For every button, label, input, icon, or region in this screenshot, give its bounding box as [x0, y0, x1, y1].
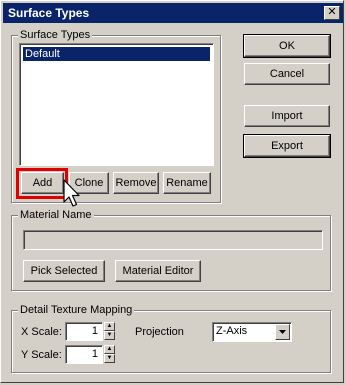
material-name-field[interactable]	[23, 230, 323, 250]
clone-button[interactable]: Clone	[69, 172, 109, 194]
x-scale-input[interactable]: 1	[65, 322, 103, 341]
surface-types-dialog: Surface Types ✕ Surface Types Default Ad…	[0, 0, 344, 383]
list-item[interactable]: Default	[23, 47, 210, 61]
rename-button[interactable]: Rename	[163, 172, 211, 194]
surface-types-list[interactable]: Default	[19, 43, 214, 166]
close-icon[interactable]: ✕	[324, 6, 340, 20]
ok-button[interactable]: OK	[243, 34, 331, 58]
cancel-button[interactable]: Cancel	[244, 63, 330, 85]
pick-selected-button[interactable]: Pick Selected	[23, 260, 105, 282]
title-bar: Surface Types ✕	[3, 3, 343, 23]
add-button[interactable]: Add	[21, 172, 64, 194]
stepper-down-icon[interactable]: ▼	[104, 354, 115, 363]
projection-label: Projection	[135, 326, 184, 338]
stepper-down-icon[interactable]: ▼	[104, 331, 115, 340]
material-name-label: Material Name	[18, 208, 94, 222]
export-button[interactable]: Export	[243, 134, 331, 158]
x-scale-stepper[interactable]: ▲ ▼	[104, 322, 115, 340]
y-scale-input[interactable]: 1	[65, 345, 103, 364]
remove-button[interactable]: Remove	[113, 172, 159, 194]
projection-select[interactable]: Z-Axis	[212, 322, 292, 342]
x-scale-label: X Scale:	[21, 326, 62, 338]
window-title: Surface Types	[8, 6, 90, 20]
projection-value: Z-Axis	[216, 325, 248, 337]
stepper-up-icon[interactable]: ▲	[104, 322, 115, 331]
surface-types-group-label: Surface Types	[18, 28, 93, 42]
material-editor-button[interactable]: Material Editor	[115, 260, 201, 282]
stepper-up-icon[interactable]: ▲	[104, 345, 115, 354]
detail-texture-mapping-label: Detail Texture Mapping	[18, 303, 135, 317]
chevron-down-icon[interactable]	[275, 324, 290, 340]
import-button[interactable]: Import	[244, 105, 330, 127]
y-scale-stepper[interactable]: ▲ ▼	[104, 345, 115, 363]
y-scale-label: Y Scale:	[21, 349, 62, 361]
